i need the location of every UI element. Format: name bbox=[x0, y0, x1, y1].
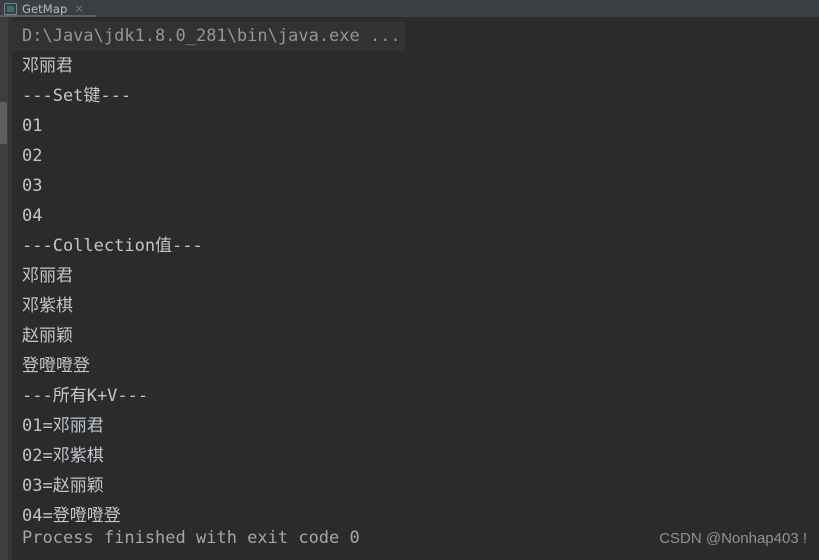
console-line: 04 bbox=[22, 206, 43, 226]
console-line: 03 bbox=[22, 176, 43, 196]
console-exit-line: Process finished with exit code 0 bbox=[22, 528, 360, 548]
ide-console-window: GetMap × D:\Java\jdk1.8.0_281\bin\java.e… bbox=[0, 0, 819, 560]
console-line: ---Collection值--- bbox=[22, 236, 203, 256]
console-output-panel[interactable]: D:\Java\jdk1.8.0_281\bin\java.exe ... 邓丽… bbox=[0, 17, 819, 560]
console-left-gutter bbox=[0, 17, 8, 560]
console-tab-bar: GetMap × bbox=[0, 0, 819, 17]
console-line: 邓丽君 bbox=[22, 266, 73, 286]
console-line: 01 bbox=[22, 116, 43, 136]
console-line: ---Set键--- bbox=[22, 86, 132, 106]
console-line: 01=邓丽君 bbox=[22, 416, 104, 436]
csdn-watermark: CSDN @Nonhap403 ! bbox=[659, 530, 807, 547]
application-run-icon bbox=[4, 2, 17, 15]
console-line: 邓紫棋 bbox=[22, 296, 73, 316]
console-line: 赵丽颖 bbox=[22, 326, 73, 346]
console-command-line: D:\Java\jdk1.8.0_281\bin\java.exe ... bbox=[12, 21, 405, 51]
vertical-scrollbar-thumb[interactable] bbox=[0, 102, 7, 144]
console-line: 03=赵丽颖 bbox=[22, 476, 104, 496]
console-line: 02=邓紫棋 bbox=[22, 446, 104, 466]
close-icon[interactable]: × bbox=[74, 3, 83, 14]
console-line: 登噔噔登 bbox=[22, 356, 90, 376]
console-line: 02 bbox=[22, 146, 43, 166]
tab-label: GetMap bbox=[22, 1, 68, 16]
console-lines: D:\Java\jdk1.8.0_281\bin\java.exe ... 邓丽… bbox=[12, 17, 819, 560]
console-line: 邓丽君 bbox=[22, 56, 73, 76]
console-line: ---所有K+V--- bbox=[22, 386, 149, 406]
